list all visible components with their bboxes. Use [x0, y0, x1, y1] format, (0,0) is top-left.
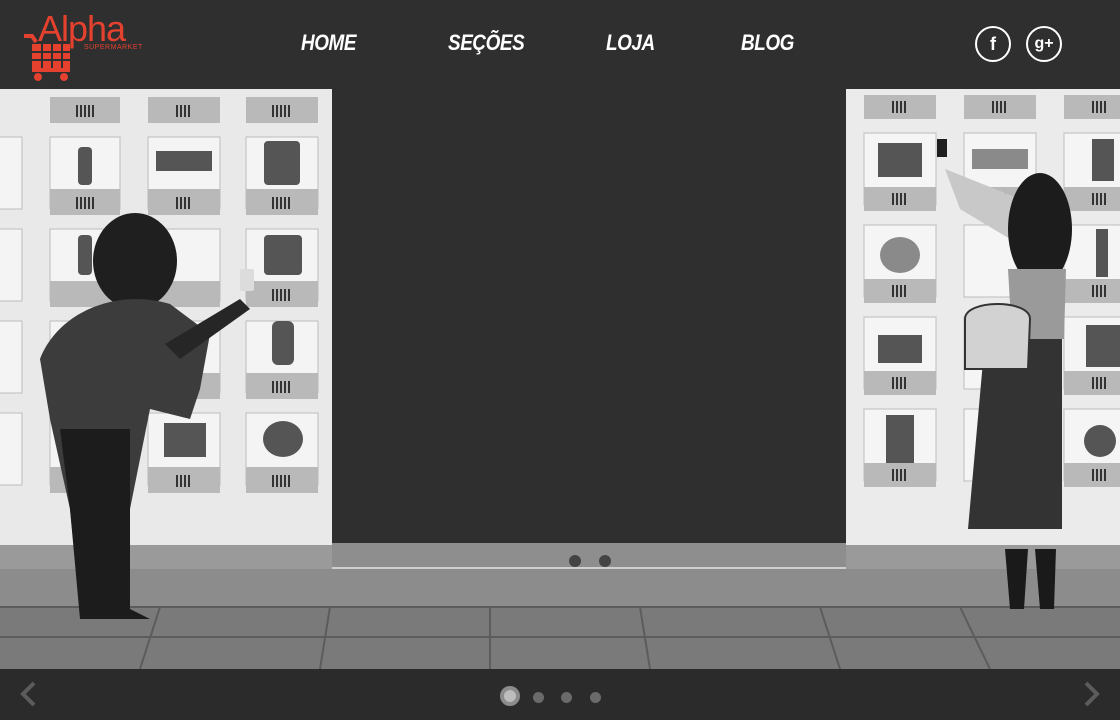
- slider-dot-2[interactable]: [533, 692, 544, 703]
- chevron-right-icon[interactable]: [1076, 679, 1106, 709]
- slider-controls: [0, 669, 1120, 720]
- facebook-icon[interactable]: f: [975, 26, 1011, 62]
- brand-tagline: SUPERMARKET: [84, 44, 143, 51]
- page: Alpha SUPERMARKET HOME SEÇÕES LOJA BLOG …: [0, 0, 1120, 720]
- site-header: Alpha SUPERMARKET HOME SEÇÕES LOJA BLOG …: [0, 0, 1120, 89]
- brand-logo[interactable]: Alpha SUPERMARKET: [22, 6, 172, 84]
- slider-dot-4[interactable]: [590, 692, 601, 703]
- slider-dot-3[interactable]: [561, 692, 572, 703]
- nav-item-home[interactable]: HOME: [301, 30, 356, 56]
- google-plus-glyph: g+: [1034, 35, 1054, 52]
- slider-dot-1[interactable]: [500, 686, 520, 706]
- nav-item-blog[interactable]: BLOG: [741, 30, 794, 56]
- nav-item-loja[interactable]: LOJA: [606, 30, 655, 56]
- hero-photo: [0, 89, 1120, 669]
- google-plus-icon[interactable]: g+: [1026, 26, 1062, 62]
- hero-slide: [0, 89, 1120, 669]
- facebook-glyph: f: [990, 34, 996, 54]
- nav-item-secoes[interactable]: SEÇÕES: [448, 30, 525, 56]
- chevron-left-icon[interactable]: [14, 679, 44, 709]
